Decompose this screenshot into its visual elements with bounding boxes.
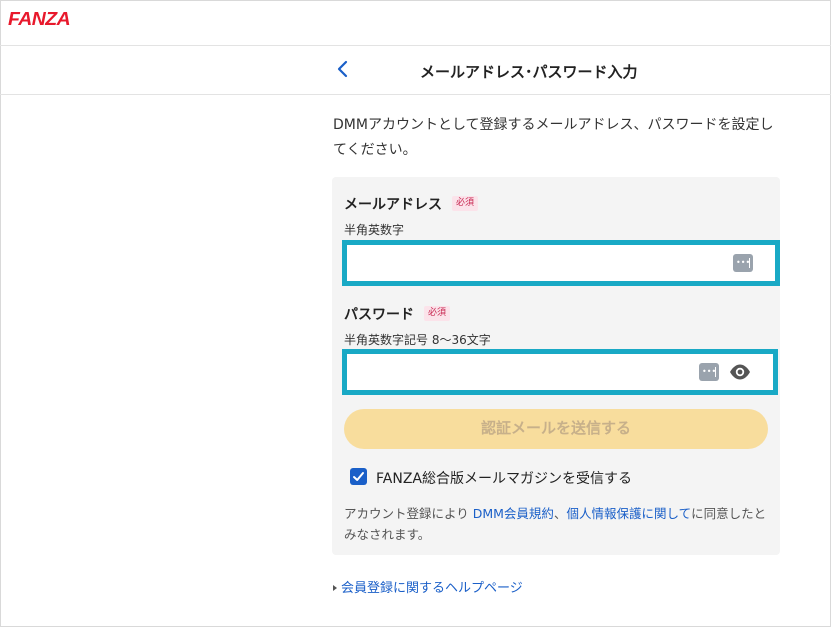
terms-separator: 、 [553, 506, 567, 521]
password-hint: 半角英数字記号 8～36文字 [344, 333, 491, 347]
terms-prefix: アカウント登録により [344, 506, 473, 521]
password-label: パスワード [344, 307, 414, 323]
top-header: FANZA [0, 0, 831, 46]
newsletter-label[interactable]: FANZA総合版メールマガジンを受信する [376, 468, 632, 488]
password-manager-icon[interactable]: ••• [733, 254, 753, 272]
help-page-link[interactable]: 会員登録に関するヘルプページ [333, 577, 523, 596]
email-field-wrap: ••• [342, 240, 780, 286]
terms-notice: アカウント登録により DMM会員規約、個人情報保護に関してに同意したとみなされま… [344, 503, 770, 545]
chevron-left-icon [337, 60, 348, 78]
password-manager-icon[interactable]: ••• [699, 363, 719, 381]
registration-form: メールアドレス 必須 半角英数字 ••• パスワード 必須 半角英数字記号 8～… [332, 177, 780, 555]
privacy-policy-link[interactable]: 個人情報保護に関して [566, 506, 691, 521]
email-field[interactable] [351, 248, 721, 278]
password-field[interactable] [351, 357, 691, 387]
page-title: メールアドレス･パスワード入力 [420, 63, 638, 81]
triangle-right-icon [333, 584, 337, 591]
intro-text: DMMアカウントとして登録するメールアドレス、パスワードを設定してください。 [333, 117, 774, 158]
send-verification-email-button[interactable]: 認証メールを送信する [344, 409, 768, 449]
email-label: メールアドレス [344, 197, 442, 213]
checkmark-icon [353, 472, 364, 481]
eye-icon[interactable] [729, 363, 751, 381]
terms-of-service-link[interactable]: DMM会員規約 [473, 506, 554, 521]
password-required-badge: 必須 [424, 306, 451, 321]
newsletter-checkbox[interactable] [350, 468, 367, 485]
email-required-badge: 必須 [452, 196, 479, 211]
email-hint: 半角英数字 [344, 223, 405, 237]
title-bar: メールアドレス･パスワード入力 [0, 46, 831, 95]
password-field-wrap: ••• [342, 349, 778, 395]
back-button[interactable] [333, 57, 353, 81]
fanza-logo[interactable]: FANZA [8, 9, 71, 30]
help-link-label[interactable]: 会員登録に関するヘルプページ [341, 581, 523, 596]
